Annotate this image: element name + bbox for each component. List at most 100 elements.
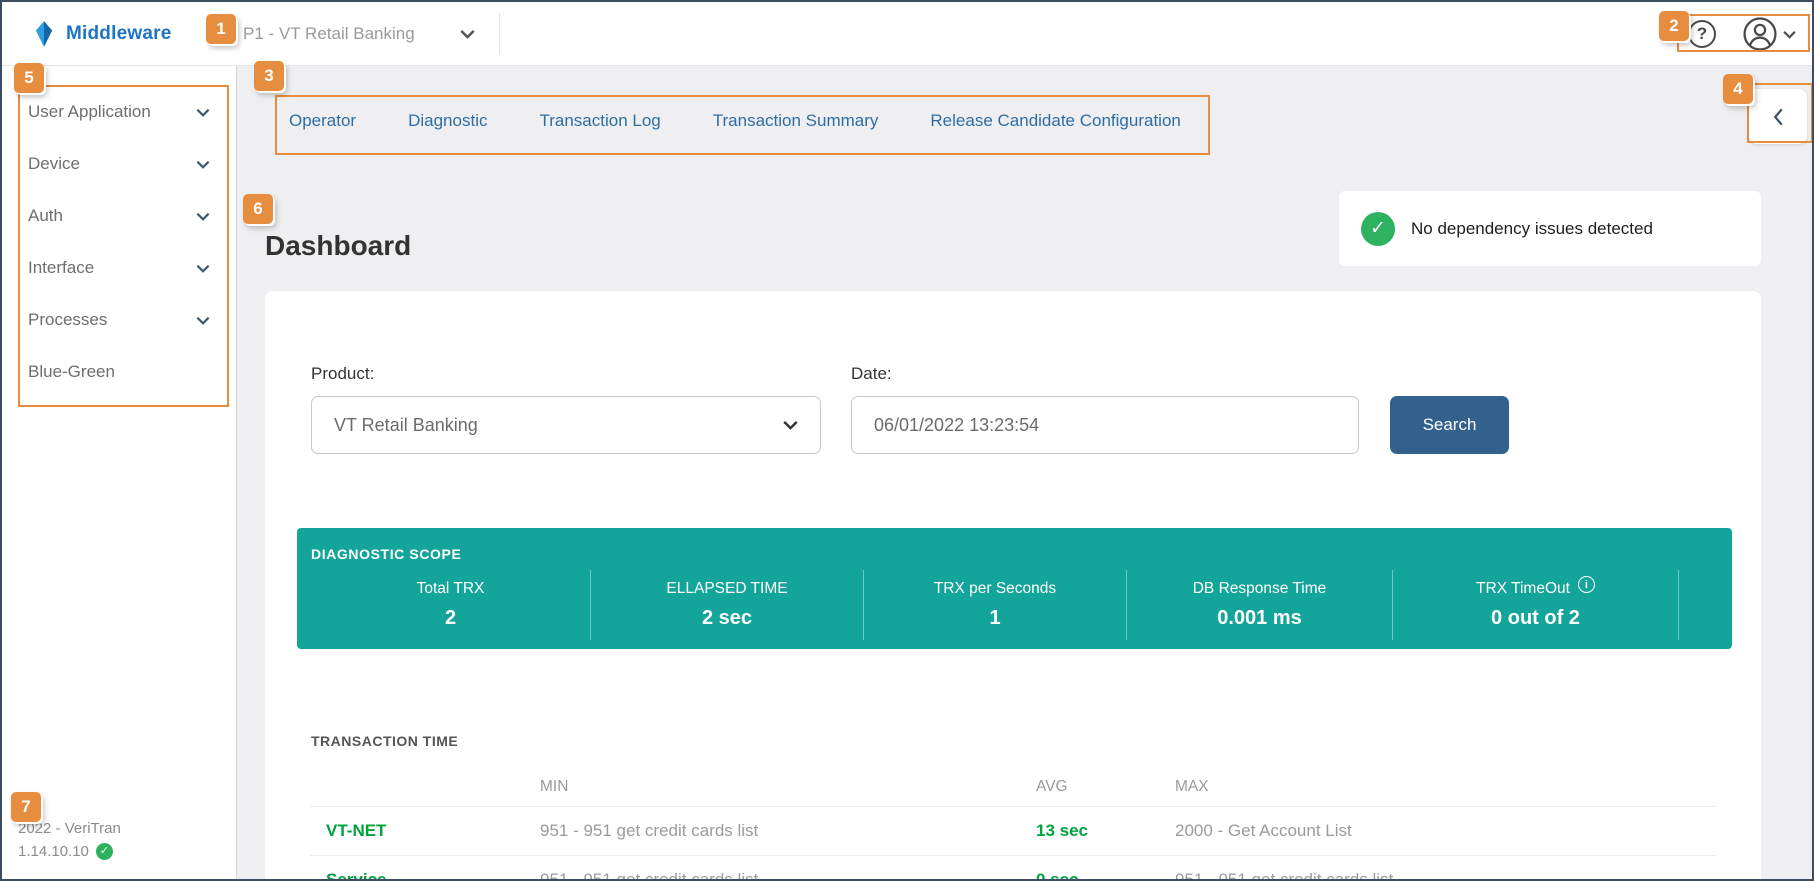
stat-trx-timeout: TRX TimeOut i 0 out of 2 bbox=[1393, 570, 1679, 640]
collapse-panel-button[interactable] bbox=[1749, 89, 1807, 144]
brand-name: Middleware bbox=[66, 22, 172, 44]
tab-transaction-summary[interactable]: Transaction Summary bbox=[713, 111, 879, 131]
search-button[interactable]: Search bbox=[1390, 396, 1509, 454]
chevron-left-icon bbox=[1773, 108, 1783, 125]
stat-label-text: TRX TimeOut bbox=[1476, 580, 1570, 597]
sidebar-item-label: Blue-Green bbox=[28, 362, 115, 381]
tab-diagnostic[interactable]: Diagnostic bbox=[408, 111, 487, 131]
scope-spacer bbox=[1679, 570, 1732, 640]
tab-bar: Operator Diagnostic Transaction Log Tran… bbox=[237, 66, 1812, 161]
chevron-down-icon bbox=[460, 29, 475, 39]
title-row: Dashboard ✓ No dependency issues detecte… bbox=[265, 191, 1761, 266]
sidebar-item-device[interactable]: Device bbox=[2, 138, 236, 190]
tab-release-candidate-configuration[interactable]: Release Candidate Configuration bbox=[930, 111, 1180, 131]
product-select[interactable]: VT Retail Banking bbox=[311, 396, 821, 454]
chevron-down-icon bbox=[196, 316, 210, 325]
date-input[interactable] bbox=[851, 396, 1359, 454]
sidebar-item-interface[interactable]: Interface bbox=[2, 242, 236, 294]
sidebar-item-processes[interactable]: Processes bbox=[2, 294, 236, 346]
stat-value: 0 out of 2 bbox=[1491, 607, 1580, 629]
middleware-logo-icon bbox=[35, 20, 53, 47]
tab-operator[interactable]: Operator bbox=[289, 111, 356, 131]
row-min: 951 - 951 get credit cards list bbox=[540, 821, 759, 840]
stat-db-response-time: DB Response Time 0.001 ms bbox=[1127, 570, 1393, 640]
row-max: 951 - 951 get credit cards list bbox=[1175, 870, 1716, 879]
transaction-time-title: TRANSACTION TIME bbox=[311, 733, 459, 749]
annotation-badge-1: 1 bbox=[206, 14, 236, 44]
sidebar-item-label: Device bbox=[28, 154, 80, 173]
stat-ellapsed-time: ELLAPSED TIME 2 sec bbox=[591, 570, 864, 640]
info-icon[interactable]: i bbox=[1577, 576, 1595, 593]
stat-label: Total TRX bbox=[416, 580, 485, 597]
success-check-icon: ✓ bbox=[1361, 211, 1395, 246]
profile-menu[interactable] bbox=[1742, 16, 1796, 52]
table-row: VT-NET 951 - 951 get credit cards list 1… bbox=[310, 807, 1716, 856]
row-name: VT-NET bbox=[326, 821, 387, 840]
version-check-icon: ✓ bbox=[95, 842, 113, 860]
tab-transaction-log[interactable]: Transaction Log bbox=[539, 111, 660, 131]
stat-label: TRX per Seconds bbox=[933, 580, 1057, 597]
product-select-value: VT Retail Banking bbox=[334, 414, 478, 435]
sidebar-item-user-application[interactable]: User Application bbox=[2, 86, 236, 138]
annotation-badge-7: 7 bbox=[11, 792, 41, 822]
stat-value: 1 bbox=[989, 607, 1001, 629]
header-min: MIN bbox=[540, 777, 569, 795]
sidebar-item-label: User Application bbox=[28, 102, 151, 121]
row-avg: 0 sec bbox=[1036, 870, 1175, 879]
row-max: 2000 - Get Account List bbox=[1175, 821, 1352, 840]
date-field: Date: bbox=[851, 364, 1359, 454]
chevron-down-icon bbox=[783, 420, 798, 430]
stat-value: 2 bbox=[444, 607, 457, 629]
stat-total-trx: Total TRX 2 bbox=[311, 570, 591, 640]
stat-trx-per-seconds: TRX per Seconds 1 bbox=[864, 570, 1127, 640]
dependency-status-card: ✓ No dependency issues detected bbox=[1339, 191, 1761, 266]
stat-label: DB Response Time bbox=[1192, 580, 1327, 597]
chevron-down-icon bbox=[1783, 30, 1796, 39]
sidebar-item-label: Processes bbox=[28, 310, 108, 329]
brand-logo: Middleware bbox=[32, 20, 171, 48]
stat-value: 0.001 ms bbox=[1217, 607, 1302, 629]
environment-selector-value: P1 - VT Retail Banking bbox=[243, 24, 415, 43]
sidebar: User Application Device Auth Interface P… bbox=[2, 66, 237, 879]
help-icon: ? bbox=[1696, 24, 1708, 43]
row-min: 951 - 951 get credit cards list bbox=[540, 870, 1036, 879]
stat-label: ELLAPSED TIME bbox=[666, 580, 788, 597]
annotation-badge-3: 3 bbox=[254, 61, 284, 91]
dashboard-card: Product: VT Retail Banking Date: 06/01/2… bbox=[265, 291, 1761, 879]
dependency-status-text: No dependency issues detected bbox=[1411, 218, 1653, 238]
page-title: Dashboard bbox=[265, 230, 412, 261]
annotation-badge-2: 2 bbox=[1659, 11, 1689, 41]
stat-label: TRX TimeOut i bbox=[1476, 576, 1595, 598]
filter-row: Product: VT Retail Banking Date: 06/01/2… bbox=[265, 291, 1761, 454]
sidebar-item-blue-green[interactable]: Blue-Green bbox=[2, 346, 236, 398]
stat-value: 2 sec bbox=[701, 607, 753, 629]
chevron-down-icon bbox=[196, 212, 210, 221]
sidebar-item-label: Auth bbox=[28, 206, 63, 225]
product-label: Product: bbox=[311, 364, 375, 383]
main-area: Operator Diagnostic Transaction Log Tran… bbox=[237, 66, 1812, 879]
product-field: Product: VT Retail Banking bbox=[311, 364, 821, 454]
sidebar-item-auth[interactable]: Auth bbox=[2, 190, 236, 242]
topbar-divider bbox=[499, 13, 500, 55]
header-avg: AVG bbox=[1036, 777, 1068, 795]
diagnostic-scope-stats: Total TRX 2 ELLAPSED TIME 2 sec TRX per … bbox=[311, 570, 1732, 640]
table-row: Service 951 - 951 get credit cards list … bbox=[310, 856, 1716, 879]
header-max: MAX bbox=[1175, 777, 1209, 795]
diagnostic-scope-banner: DIAGNOSTIC SCOPE Total TRX 2 ELLAPSED TI… bbox=[297, 528, 1732, 649]
row-name: Service bbox=[310, 870, 540, 879]
transaction-time-table: MIN AVG MAX VT-NET 951 - 951 get credit … bbox=[310, 767, 1716, 879]
version-number: 1.14.10.10 bbox=[18, 842, 89, 860]
app-body: User Application Device Auth Interface P… bbox=[2, 66, 1812, 879]
table-header-row: MIN AVG MAX bbox=[310, 767, 1716, 807]
sidebar-item-label: Interface bbox=[28, 258, 95, 277]
help-button[interactable]: ? bbox=[1688, 20, 1716, 48]
page-content: Dashboard ✓ No dependency issues detecte… bbox=[237, 191, 1812, 879]
row-avg: 13 sec bbox=[1036, 821, 1088, 840]
top-bar: Middleware P1 - VT Retail Banking ? bbox=[2, 2, 1812, 66]
topbar-actions: ? bbox=[1688, 2, 1796, 66]
environment-selector[interactable]: P1 - VT Retail Banking bbox=[243, 2, 475, 66]
diagnostic-scope-title: DIAGNOSTIC SCOPE bbox=[311, 546, 462, 562]
chevron-down-icon bbox=[196, 264, 210, 273]
app-window: Middleware P1 - VT Retail Banking ? User… bbox=[0, 0, 1814, 881]
chevron-down-icon bbox=[196, 108, 210, 117]
